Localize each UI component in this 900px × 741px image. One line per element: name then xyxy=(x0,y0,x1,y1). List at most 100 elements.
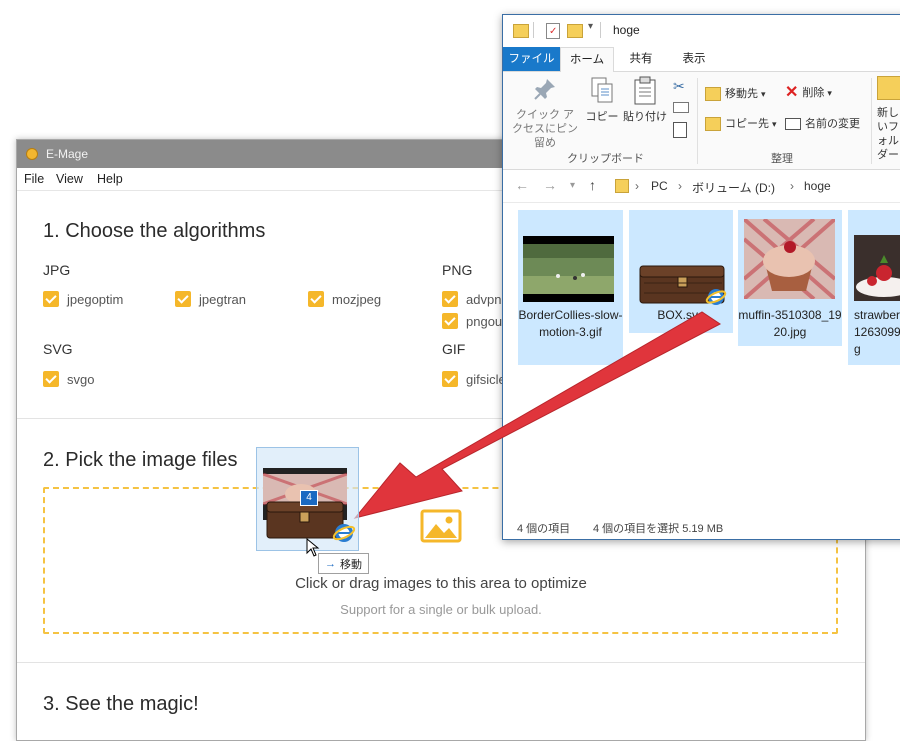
delete-button[interactable]: ✕ 削除 ▾ xyxy=(785,84,832,101)
breadcrumb-volume[interactable]: ボリューム (D:) xyxy=(692,179,775,196)
quick-access-dropdown-icon[interactable]: ▾ xyxy=(588,21,593,32)
breadcrumb-separator: › xyxy=(635,179,639,193)
breadcrumb-hoge[interactable]: hoge xyxy=(804,179,831,193)
file-name: strawberry-1263099.jpg xyxy=(854,308,900,356)
new-folder-label: 新しいフォルダー xyxy=(877,107,899,161)
copy-icon xyxy=(591,77,613,103)
checkbox-jpegtran[interactable]: jpegtran xyxy=(175,291,246,307)
menu-help[interactable]: Help xyxy=(97,172,123,186)
recent-dropdown-icon[interactable]: ▾ xyxy=(570,180,575,191)
window-title: E-Mage xyxy=(46,147,89,161)
app-logo-icon xyxy=(26,148,38,160)
address-bar: ← → ▾ ↑ › PC › ボリューム (D:) › hoge xyxy=(503,170,900,203)
group-jpg-title: JPG xyxy=(43,262,71,278)
move-to-button[interactable]: 移動先 ▾ xyxy=(705,87,766,101)
checkbox-label: mozjpeg xyxy=(332,291,382,307)
checkbox-label: jpegoptim xyxy=(67,291,124,307)
up-arrow-icon[interactable]: ↑ xyxy=(589,177,596,193)
checkbox-checked-icon xyxy=(442,371,458,387)
breadcrumb-separator: › xyxy=(678,179,682,193)
group-png-title: PNG xyxy=(442,262,473,278)
delete-icon: ✕ xyxy=(785,84,799,101)
new-folder-big-icon xyxy=(877,76,900,100)
tab-share[interactable]: 共有 xyxy=(617,47,665,71)
rename-label: 名前の変更 xyxy=(805,118,860,130)
move-to-label: 移動先 xyxy=(725,88,758,100)
file-name: BorderCollies-slow-motion-3.gif xyxy=(518,308,623,339)
checkbox-advpng[interactable]: advpn xyxy=(442,291,501,307)
cut-icon[interactable]: ✂ xyxy=(673,78,685,95)
copy-to-button[interactable]: コピー先 ▾ xyxy=(705,117,777,131)
paste-button[interactable]: 貼り付け xyxy=(622,76,668,124)
section-algorithms-title: 1. Choose the algorithms xyxy=(43,220,266,242)
copy-to-icon xyxy=(705,117,721,131)
drag-preview: 4 xyxy=(256,447,359,551)
file-thumbnail xyxy=(523,236,614,302)
folder-icon xyxy=(615,179,629,193)
toolbar-divider xyxy=(600,22,601,38)
file-item[interactable]: muffin-3510308_1920.jpg xyxy=(738,210,842,346)
file-item[interactable]: BOX.svg xyxy=(629,210,733,333)
checkbox-svgo[interactable]: svgo xyxy=(43,371,94,387)
pin-quick-access-label: クイック アクセスにピン留め xyxy=(512,109,578,149)
paste-icon xyxy=(634,76,656,105)
checkbox-checked-icon xyxy=(175,291,191,307)
checkbox-checked-icon xyxy=(442,313,458,329)
rename-button[interactable]: 名前の変更 xyxy=(785,117,860,131)
copy-label: コピー xyxy=(585,111,619,123)
drag-count-badge: 4 xyxy=(300,490,318,506)
pin-quick-access-button[interactable]: クイック アクセスにピン留め xyxy=(509,76,581,150)
menu-view[interactable]: View xyxy=(56,172,83,186)
folder-icon xyxy=(513,24,529,38)
breadcrumb-separator: › xyxy=(790,179,794,193)
ribbon-home: クイック アクセスにピン留め コピー 貼り付け ✂ クリップボード 移動先 ▾ コ… xyxy=(503,72,900,170)
checkbox-pngout[interactable]: pngou xyxy=(442,313,502,329)
paste-label: 貼り付け xyxy=(623,111,667,123)
breadcrumb-pc[interactable]: PC xyxy=(651,179,668,193)
file-name: muffin-3510308_1920.jpg xyxy=(738,308,842,339)
checkbox-gifsicle[interactable]: gifsicle xyxy=(442,371,506,387)
tab-view[interactable]: 表示 xyxy=(669,47,719,71)
status-selected: 4 個の項目を選択 5.19 MB xyxy=(593,523,724,535)
file-thumbnail xyxy=(854,235,900,301)
group-gif-title: GIF xyxy=(442,341,466,357)
organize-group-label: 整理 xyxy=(771,153,793,165)
drag-move-tooltip: → 移動 xyxy=(318,553,369,574)
new-folder-button[interactable]: 新しいフォルダー xyxy=(877,76,900,162)
file-item[interactable]: strawberry-1263099.jpg xyxy=(848,210,900,365)
section-magic-title: 3. See the magic! xyxy=(43,693,199,715)
checkbox-mozjpeg[interactable]: mozjpeg xyxy=(308,291,381,307)
checkbox-label: pngou xyxy=(466,313,503,329)
properties-icon[interactable]: ✓ xyxy=(546,23,560,39)
explorer-title: hoge xyxy=(613,23,640,37)
explorer-titlebar: ✓ ▾ hoge xyxy=(503,15,900,47)
checkbox-jpegoptim[interactable]: jpegoptim xyxy=(43,291,123,307)
checkbox-checked-icon xyxy=(442,291,458,307)
move-arrow-icon: → xyxy=(325,557,336,570)
copy-button[interactable]: コピー xyxy=(585,76,619,124)
ribbon-group-divider xyxy=(871,78,872,164)
delete-label: 削除 xyxy=(802,87,825,99)
forward-arrow-icon[interactable]: → xyxy=(543,177,557,193)
checkbox-checked-icon xyxy=(43,291,59,307)
group-svg-title: SVG xyxy=(43,341,73,357)
file-item[interactable]: BorderCollies-slow-motion-3.gif xyxy=(518,210,623,365)
ribbon-tabs: ファイル ホーム 共有 表示 xyxy=(503,47,900,72)
checkbox-label: advpn xyxy=(466,291,502,307)
tab-file[interactable]: ファイル xyxy=(503,47,560,71)
new-folder-icon[interactable] xyxy=(567,24,583,38)
pin-icon xyxy=(534,79,555,100)
internet-explorer-icon xyxy=(332,524,356,542)
status-item-count: 4 個の項目 xyxy=(517,523,571,535)
file-name: BOX.svg xyxy=(657,308,705,322)
checkbox-checked-icon xyxy=(43,371,59,387)
explorer-window: ✓ ▾ hoge ファイル ホーム 共有 表示 クイック アクセスにピン留め コ… xyxy=(502,14,900,540)
ribbon-group-divider xyxy=(697,78,698,164)
copy-path-icon[interactable] xyxy=(673,102,689,113)
menu-file[interactable]: File xyxy=(24,172,44,186)
tab-home[interactable]: ホーム xyxy=(560,47,614,72)
back-arrow-icon[interactable]: ← xyxy=(515,177,529,193)
paste-shortcut-icon[interactable] xyxy=(673,122,687,138)
status-bar: 4 個の項目 4 個の項目を選択 5.19 MB xyxy=(503,515,900,539)
checkbox-label: gifsicle xyxy=(466,371,506,387)
